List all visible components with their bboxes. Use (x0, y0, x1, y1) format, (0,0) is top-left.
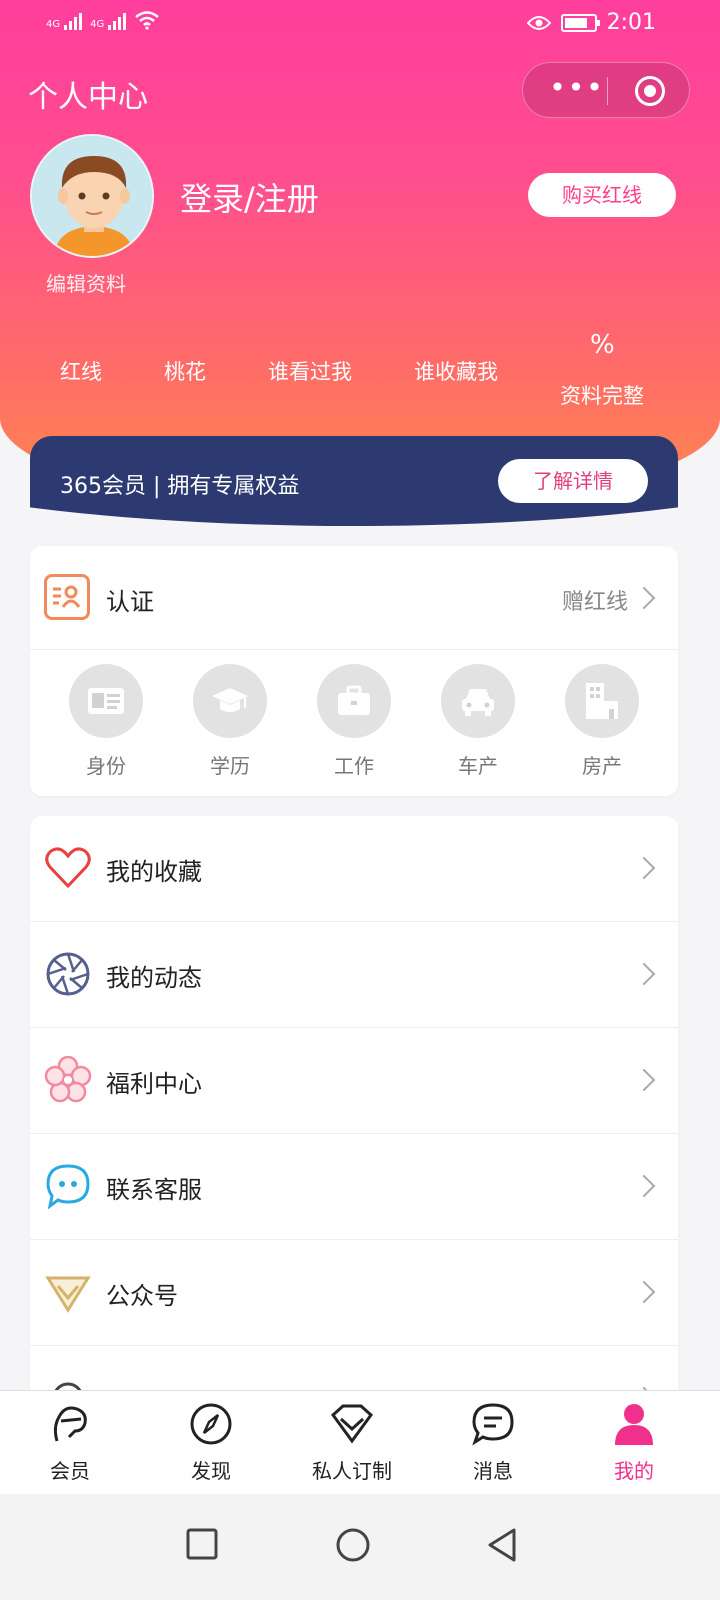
cert-car-label: 车产 (458, 754, 498, 778)
tab-label: 我的 (614, 1459, 654, 1483)
mini-program-capsule: ••• (522, 62, 690, 118)
close-target-icon[interactable] (635, 76, 665, 106)
system-navigation-bar (0, 1494, 720, 1600)
stat-red-line[interactable]: 红线 (60, 356, 102, 386)
status-bar: 4G 4G 2:01 (0, 0, 720, 50)
menu-item-customer-service[interactable]: 联系客服 (30, 1134, 678, 1240)
cert-house[interactable]: 房产 (552, 664, 652, 779)
page-title: 个人中心 (28, 80, 148, 115)
menu-label: 我的动态 (106, 964, 202, 992)
signal-indicators: 4G 4G (46, 10, 160, 30)
signal-icon: 4G (46, 13, 83, 30)
chevron-right-icon (632, 856, 656, 880)
member-icon (53, 1406, 87, 1442)
capsule-divider (607, 77, 608, 105)
chevron-right-icon (632, 1174, 656, 1198)
stat-peach-blossom[interactable]: 桃花 (164, 356, 206, 386)
tab-label: 会员 (50, 1459, 90, 1483)
menu-item-moments[interactable]: 我的动态 (30, 922, 678, 1028)
tab-label: 发现 (191, 1459, 231, 1483)
car-icon (441, 664, 515, 738)
tab-custom[interactable]: 私人订制 (292, 1401, 412, 1484)
chat-bubble-icon (46, 1164, 90, 1210)
chevron-right-icon (632, 586, 656, 610)
vip-banner[interactable]: 365会员 | 拥有专属权益 了解详情 (30, 436, 678, 526)
buy-red-line-button[interactable]: 购买红线 (528, 173, 676, 217)
network-type: 4G (46, 19, 61, 30)
id-card-icon (44, 574, 90, 620)
tab-member[interactable]: 会员 (10, 1401, 130, 1484)
tab-discover[interactable]: 发现 (151, 1401, 271, 1484)
network-type: 4G (90, 19, 105, 30)
back-icon[interactable] (486, 1528, 518, 1562)
battery-level (564, 17, 587, 28)
certification-types: 身份 学历 工作 车产 房产 (30, 664, 678, 784)
certification-card: 认证 赠红线 身份 学历 工作 车产 房产 (30, 546, 678, 796)
chevron-right-icon (632, 962, 656, 986)
stat-profile-complete[interactable]: 资料完整 (560, 380, 644, 410)
stat-who-favorited-me[interactable]: 谁收藏我 (414, 356, 498, 386)
certification-row[interactable]: 认证 赠红线 (30, 546, 678, 650)
cert-work-label: 工作 (334, 754, 374, 778)
cert-identity[interactable]: 身份 (56, 664, 156, 779)
vip-details-button[interactable]: 了解详情 (498, 459, 648, 503)
user-icon (615, 1404, 653, 1445)
clock: 2:01 (606, 10, 656, 35)
login-register-link[interactable]: 登录/注册 (180, 174, 319, 220)
tab-label: 私人订制 (312, 1459, 392, 1483)
menu-list: 我的收藏 我的动态 福利中心 联系客服 公众号 设置 (30, 816, 678, 1416)
menu-label: 联系客服 (106, 1176, 202, 1204)
menu-label: 公众号 (106, 1282, 178, 1310)
aperture-icon (46, 952, 90, 996)
message-icon (472, 1403, 514, 1446)
diamond-icon (330, 1404, 374, 1444)
bottom-tab-bar: 会员 发现 私人订制 消息 我的 (0, 1390, 720, 1494)
id-card-icon (69, 664, 143, 738)
menu-label: 福利中心 (106, 1070, 202, 1098)
menu-item-welfare-center[interactable]: 福利中心 (30, 1028, 678, 1134)
graduation-cap-icon (193, 664, 267, 738)
certification-reward: 赠红线 (561, 590, 628, 615)
diamond-icon (45, 1276, 91, 1313)
signal-icon: 4G (90, 13, 127, 30)
status-right: 2:01 (526, 10, 656, 35)
tab-messages[interactable]: 消息 (433, 1401, 553, 1484)
avatar[interactable] (30, 134, 154, 258)
chevron-right-icon (632, 1068, 656, 1092)
more-icon[interactable]: ••• (547, 74, 607, 106)
cert-house-label: 房产 (582, 754, 622, 778)
certification-label: 认证 (106, 588, 154, 616)
flower-icon (44, 1056, 92, 1103)
cert-car[interactable]: 车产 (428, 664, 528, 779)
heart-icon (45, 847, 91, 889)
eye-icon (526, 15, 551, 30)
building-icon (565, 664, 639, 738)
profile-complete-percent: % (590, 330, 615, 360)
edit-profile-link[interactable]: 编辑资料 (46, 268, 126, 297)
avatar-illustration (32, 136, 152, 256)
home-icon[interactable] (336, 1528, 370, 1562)
battery-icon (560, 13, 600, 32)
wifi-icon (135, 11, 160, 30)
cert-work[interactable]: 工作 (304, 664, 404, 779)
menu-item-official-account[interactable]: 公众号 (30, 1240, 678, 1346)
chevron-right-icon (632, 1280, 656, 1304)
menu-item-favorites[interactable]: 我的收藏 (30, 816, 678, 922)
recent-apps-icon[interactable] (186, 1528, 218, 1560)
briefcase-icon (317, 664, 391, 738)
cert-education-label: 学历 (210, 754, 250, 778)
cert-identity-label: 身份 (86, 754, 126, 778)
compass-icon (190, 1403, 232, 1445)
cert-education[interactable]: 学历 (180, 664, 280, 779)
menu-label: 我的收藏 (106, 858, 202, 886)
tab-label: 消息 (473, 1459, 513, 1483)
stat-who-viewed-me[interactable]: 谁看过我 (268, 356, 352, 386)
vip-banner-text: 365会员 | 拥有专属权益 (60, 474, 300, 499)
tab-mine[interactable]: 我的 (574, 1401, 694, 1484)
